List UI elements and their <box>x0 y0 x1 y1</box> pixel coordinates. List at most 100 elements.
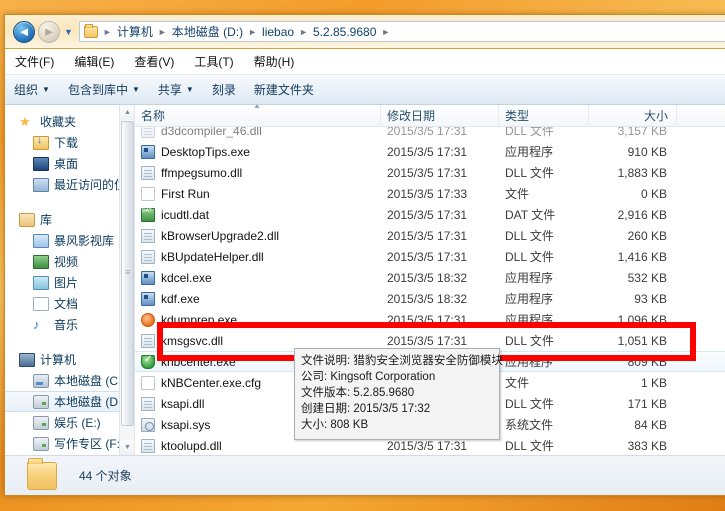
menu-item-help[interactable]: 帮助(H) <box>244 51 305 72</box>
music-icon: ♪ <box>33 318 49 332</box>
table-row[interactable]: kdcel.exe2015/3/5 18:32应用程序532 KB <box>135 267 725 288</box>
explorer-window: ◄ ► ▼ ► 计算机 ► 本地磁盘 (D:) ► liebao ► 5.2.8… <box>4 14 725 496</box>
column-header-date[interactable]: 修改日期 <box>381 105 499 127</box>
menu-item-tools[interactable]: 工具(T) <box>184 51 243 72</box>
tooltip-created-date: 创建日期: 2015/3/5 17:32 <box>301 401 493 417</box>
toolbar-include-in-library[interactable]: 包含到库中 ▼ <box>59 78 149 101</box>
back-arrow-icon: ◄ <box>18 25 31 38</box>
breadcrumb-separator-3[interactable]: ► <box>296 27 311 37</box>
sidebar-item-music[interactable]: ♪ 音乐 <box>5 314 134 335</box>
breadcrumb-separator-1[interactable]: ► <box>155 27 170 37</box>
file-date-cell: 2015/3/5 17:33 <box>381 187 499 201</box>
table-row[interactable]: ffmpegsumo.dll2015/3/5 17:31DLL 文件1,883 … <box>135 162 725 183</box>
file-size-cell: 2,916 KB <box>589 208 677 222</box>
table-row[interactable]: d3dcompiler_46.dll2015/3/5 17:31DLL 文件3,… <box>135 127 725 141</box>
drive-icon <box>33 437 49 451</box>
toolbar-new-folder[interactable]: 新建文件夹 <box>245 78 323 101</box>
sidebar-item-libraries-label: 库 <box>40 211 52 228</box>
breadcrumb-item-2[interactable]: liebao <box>260 25 296 39</box>
sidebar-item-downloads[interactable]: 下载 <box>5 132 134 153</box>
table-row[interactable]: kdumprep.exe2015/3/5 17:31应用程序1,096 KB <box>135 309 725 330</box>
sidebar-item-baofeng-library-label: 暴风影视库 <box>54 232 114 249</box>
column-header-name-label: 名称 <box>141 107 165 124</box>
table-row[interactable]: First Run2015/3/5 17:33文件0 KB <box>135 183 725 204</box>
dll-file-icon <box>141 397 155 411</box>
table-row[interactable]: DesktopTips.exe2015/3/5 17:31应用程序910 KB <box>135 141 725 162</box>
status-item-count: 44 个对象 <box>79 467 132 484</box>
chevron-down-icon: ▼ <box>42 85 50 94</box>
sidebar-item-computer-label: 计算机 <box>40 351 76 368</box>
file-size-cell: 383 KB <box>589 439 677 453</box>
file-name-cell: kdumprep.exe <box>135 313 381 327</box>
file-type-cell: DLL 文件 <box>499 332 589 349</box>
file-size-cell: 1,883 KB <box>589 166 677 180</box>
breadcrumb-item-3[interactable]: 5.2.85.9680 <box>311 25 378 39</box>
menu-item-file[interactable]: 文件(F) <box>5 51 64 72</box>
file-date-cell: 2015/3/5 17:31 <box>381 334 499 348</box>
file-size-cell: 260 KB <box>589 229 677 243</box>
table-row[interactable]: icudtl.dat2015/3/5 17:31DAT 文件2,916 KB <box>135 204 725 225</box>
table-row[interactable]: kBrowserUpgrade2.dll2015/3/5 17:31DLL 文件… <box>135 225 725 246</box>
sidebar-item-computer[interactable]: 计算机 <box>5 349 134 370</box>
sidebar-scrollbar-thumb[interactable] <box>121 121 134 426</box>
breadcrumb[interactable]: ► 计算机 ► 本地磁盘 (D:) ► liebao ► 5.2.85.9680… <box>79 21 725 42</box>
sidebar-item-drive-f[interactable]: 写作专区 (F:) <box>5 433 134 454</box>
table-row[interactable]: kdf.exe2015/3/5 18:32应用程序93 KB <box>135 288 725 309</box>
toolbar-organize[interactable]: 组织 ▼ <box>5 78 59 101</box>
sidebar-item-libraries[interactable]: 库 <box>5 209 134 230</box>
file-name-cell: kdcel.exe <box>135 271 381 285</box>
file-name-label: ffmpegsumo.dll <box>161 166 242 180</box>
application-icon <box>141 145 155 159</box>
breadcrumb-item-0[interactable]: 计算机 <box>115 23 155 40</box>
file-name-label: kBUpdateHelper.dll <box>161 250 264 264</box>
file-size-cell: 910 KB <box>589 145 677 159</box>
file-date-cell: 2015/3/5 17:31 <box>381 145 499 159</box>
column-header-type[interactable]: 类型 <box>499 105 589 127</box>
chevron-down-icon: ▼ <box>186 85 194 94</box>
application-icon <box>141 271 155 285</box>
sidebar-item-drive-c[interactable]: 本地磁盘 (C:) <box>5 370 134 391</box>
sidebar-item-pictures-label: 图片 <box>54 274 78 291</box>
nav-group-computer: 计算机 本地磁盘 (C:) 本地磁盘 (D:) 娱乐 (E:) 写作专区 (F:… <box>5 349 134 454</box>
drive-icon <box>33 416 49 430</box>
sidebar-item-baofeng-library[interactable]: 暴风影视库 <box>5 230 134 251</box>
sidebar-item-documents[interactable]: 文档 <box>5 293 134 314</box>
file-type-cell: DLL 文件 <box>499 227 589 244</box>
sidebar-item-recent-places[interactable]: 最近访问的位置 <box>5 174 134 195</box>
toolbar-burn[interactable]: 刻录 <box>203 78 245 101</box>
sidebar-item-pictures[interactable]: 图片 <box>5 272 134 293</box>
download-icon <box>33 136 49 150</box>
scroll-up-icon[interactable]: ▲ <box>120 105 135 120</box>
sidebar-item-videos[interactable]: 视频 <box>5 251 134 272</box>
sidebar-item-drive-e[interactable]: 娱乐 (E:) <box>5 412 134 433</box>
forward-arrow-icon: ► <box>43 25 56 38</box>
column-header-size-label: 大小 <box>644 107 668 124</box>
baofeng-library-icon <box>33 234 49 248</box>
scroll-down-icon[interactable]: ▼ <box>120 440 135 455</box>
file-type-cell: DLL 文件 <box>499 395 589 412</box>
column-header-size[interactable]: 大小 <box>589 105 677 127</box>
menu-item-view[interactable]: 查看(V) <box>124 51 184 72</box>
toolbar-share[interactable]: 共享 ▼ <box>149 78 203 101</box>
file-tooltip: 文件说明: 猎豹安全浏览器安全防御模块 公司: Kingsoft Corpora… <box>294 348 500 440</box>
history-dropdown-icon[interactable]: ▼ <box>64 27 73 37</box>
file-name-label: kmsgsvc.dll <box>161 334 223 348</box>
sidebar-item-favorites-label: 收藏夹 <box>40 113 76 130</box>
sidebar-item-desktop[interactable]: 桌面 <box>5 153 134 174</box>
menu-bar: 文件(F) 编辑(E) 查看(V) 工具(T) 帮助(H) <box>5 49 725 75</box>
sidebar-scrollbar[interactable]: ▲ ▼ <box>119 105 134 455</box>
file-size-cell: 171 KB <box>589 397 677 411</box>
breadcrumb-separator-0[interactable]: ► <box>100 27 115 37</box>
menu-item-edit[interactable]: 编辑(E) <box>64 51 124 72</box>
forward-button[interactable]: ► <box>38 21 60 43</box>
dll-file-icon <box>141 229 155 243</box>
breadcrumb-separator-2[interactable]: ► <box>245 27 260 37</box>
breadcrumb-item-1[interactable]: 本地磁盘 (D:) <box>170 23 245 40</box>
file-date-cell: 2015/3/5 18:32 <box>381 271 499 285</box>
sidebar-item-drive-d[interactable]: 本地磁盘 (D:) <box>5 391 134 412</box>
file-name-cell: icudtl.dat <box>135 208 381 222</box>
table-row[interactable]: kBUpdateHelper.dll2015/3/5 17:31DLL 文件1,… <box>135 246 725 267</box>
breadcrumb-separator-4[interactable]: ► <box>378 27 393 37</box>
sidebar-item-favorites[interactable]: ★ 收藏夹 <box>5 111 134 132</box>
back-button[interactable]: ◄ <box>13 21 35 43</box>
